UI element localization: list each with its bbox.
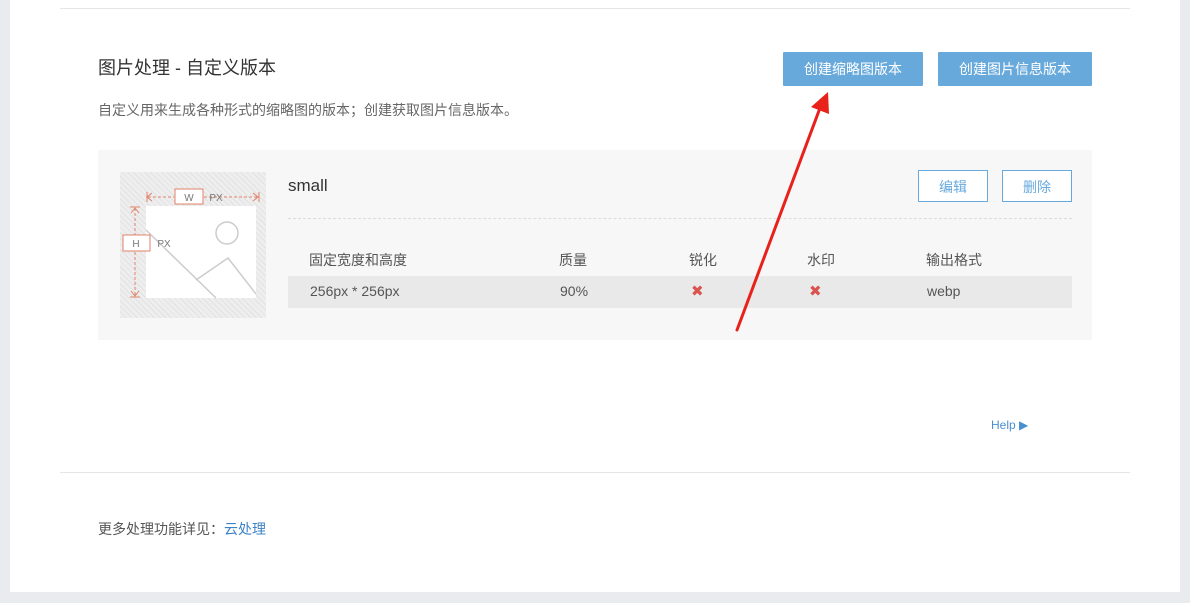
footer-divider: [60, 472, 1130, 473]
height-unit-label: PX: [157, 239, 171, 250]
more-features-text: 更多处理功能详见：云处理: [98, 519, 266, 539]
create-info-version-button[interactable]: 创建图片信息版本: [938, 52, 1092, 86]
header-sharpen: 锐化: [689, 252, 717, 268]
cell-format: webp: [927, 283, 961, 299]
version-card: W PX H PX small 编辑 删除 固定宽度和高度 质量 锐化 水印 输…: [98, 150, 1092, 340]
card-divider: [288, 218, 1072, 219]
delete-button[interactable]: 删除: [1002, 170, 1072, 202]
width-unit-label: PX: [209, 193, 223, 204]
height-label: H: [132, 239, 139, 250]
header-format: 输出格式: [926, 252, 982, 268]
watermark-off-icon: ✖: [809, 283, 822, 300]
cell-quality: 90%: [560, 283, 589, 299]
edit-button[interactable]: 编辑: [918, 170, 988, 202]
page-description: 自定义用来生成各种形式的缩略图的版本；创建获取图片信息版本。: [98, 102, 518, 118]
version-name: small: [288, 176, 328, 195]
main-panel: 图片处理 - 自定义版本 自定义用来生成各种形式的缩略图的版本；创建获取图片信息…: [10, 0, 1180, 592]
image-placeholder-icon: W PX H PX: [122, 188, 260, 299]
header-quality: 质量: [559, 252, 587, 268]
cell-size: 256px * 256px: [310, 283, 400, 299]
help-link[interactable]: Help ▶: [991, 418, 1028, 432]
page-title: 图片处理 - 自定义版本: [98, 58, 276, 78]
top-divider: [60, 8, 1130, 9]
width-label: W: [184, 193, 194, 204]
cloud-processing-link[interactable]: 云处理: [224, 521, 266, 537]
header-watermark: 水印: [807, 252, 835, 268]
sharpen-off-icon: ✖: [691, 283, 704, 300]
header-size: 固定宽度和高度: [309, 252, 407, 268]
more-features-prefix: 更多处理功能详见：: [98, 521, 224, 537]
create-thumbnail-version-button[interactable]: 创建缩略图版本: [783, 52, 923, 86]
thumbnail-illustration: W PX H PX: [120, 172, 266, 318]
table-row: 256px * 256px 90% ✖ ✖ webp: [288, 276, 1072, 308]
